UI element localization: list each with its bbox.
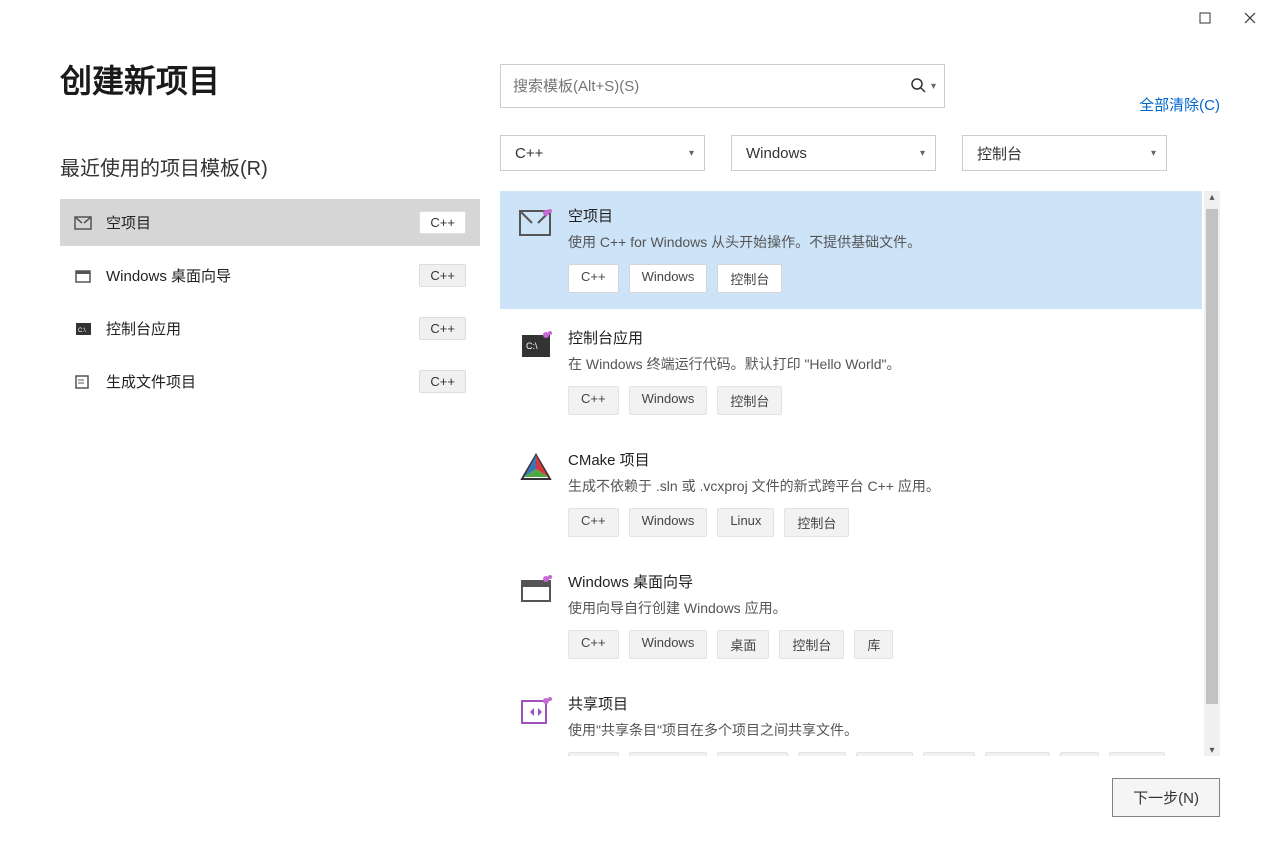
shared-icon — [518, 695, 554, 731]
template-name: 空项目 — [568, 205, 1186, 226]
template-tag: 控制台 — [784, 508, 849, 537]
search-icon — [911, 78, 927, 94]
template-tag: C++ — [568, 630, 619, 659]
template-tag: 控制台 — [717, 386, 782, 415]
template-item[interactable]: Windows 桌面向导 使用向导自行创建 Windows 应用。 C++ Win… — [500, 557, 1202, 675]
template-tag: Windows — [629, 752, 708, 756]
scroll-down-arrow[interactable]: ▾ — [1204, 742, 1220, 756]
template-tags: C++ Windows 桌面控制台库 — [568, 630, 1186, 659]
template-tag: C++ — [568, 752, 619, 756]
recent-item-name: Windows 桌面向导 — [106, 265, 419, 286]
search-box[interactable]: ▾ — [500, 64, 945, 108]
template-tag: 库 — [854, 630, 893, 659]
language-badge: C++ — [419, 211, 466, 234]
template-tag: 桌面 — [717, 630, 769, 659]
recent-item-name: 生成文件项目 — [106, 371, 419, 392]
scroll-up-arrow[interactable]: ▴ — [1204, 191, 1220, 205]
recent-item[interactable]: 空项目 C++ — [60, 199, 480, 246]
template-name: 共享项目 — [568, 693, 1186, 714]
cmake-icon — [518, 451, 554, 487]
filter-value: Windows — [746, 145, 807, 162]
language-badge: C++ — [419, 317, 466, 340]
clear-all-link[interactable]: 全部清除(C) — [1139, 94, 1220, 115]
svg-text:C:\: C:\ — [78, 328, 86, 334]
maximize-icon — [1199, 12, 1211, 24]
chevron-down-icon: ▾ — [1151, 148, 1156, 159]
filter-dropdown[interactable]: Windows ▾ — [731, 135, 936, 171]
console-icon: C:\ — [74, 321, 94, 337]
recent-item[interactable]: C:\ 控制台应用 C++ — [60, 305, 480, 352]
template-tag: iOS — [798, 752, 846, 756]
next-button[interactable]: 下一步(N) — [1112, 778, 1220, 817]
template-name: CMake 项目 — [568, 449, 1186, 470]
template-tag: 控制台 — [779, 630, 844, 659]
close-button[interactable] — [1227, 3, 1272, 33]
template-tag: C++ — [568, 508, 619, 537]
template-name: Windows 桌面向导 — [568, 571, 1186, 592]
template-description: 生成不依赖于 .sln 或 .vcxproj 文件的新式跨平台 C++ 应用。 — [568, 476, 1186, 496]
scrollbar-thumb[interactable] — [1206, 209, 1218, 704]
template-tag: Linux — [856, 752, 913, 756]
chevron-down-icon: ▾ — [920, 148, 925, 159]
wizard-icon — [74, 268, 94, 284]
template-description: 使用"共享条目"项目在多个项目之间共享文件。 — [568, 720, 1186, 740]
recent-templates-label: 最近使用的项目模板(R) — [60, 152, 480, 181]
template-item[interactable]: 共享项目 使用"共享条目"项目在多个项目之间共享文件。 C++ Windows An… — [500, 679, 1202, 756]
language-badge: C++ — [419, 264, 466, 287]
close-icon — [1244, 12, 1256, 24]
chevron-down-icon: ▾ — [689, 148, 694, 159]
svg-text:C:\: C:\ — [526, 341, 538, 351]
search-button[interactable]: ▾ — [911, 78, 936, 94]
template-item[interactable]: 空项目 使用 C++ for Windows 从头开始操作。不提供基础文件。 C… — [500, 191, 1202, 309]
template-tags: C++WindowsAndroidiOSLinux桌面控制台库UWP游戏移动 — [568, 752, 1186, 756]
chevron-down-icon: ▾ — [931, 81, 936, 92]
template-item[interactable]: CMake 项目 生成不依赖于 .sln 或 .vcxproj 文件的新式跨平台… — [500, 435, 1202, 553]
recent-item-name: 空项目 — [106, 212, 419, 233]
template-tag: UWP — [1109, 752, 1165, 756]
maximize-button[interactable] — [1182, 3, 1227, 33]
scrollbar[interactable]: ▴ ▾ — [1204, 191, 1220, 756]
template-item[interactable]: C:\ 控制台应用 在 Windows 终端运行代码。默认打印 "Hello W… — [500, 313, 1202, 431]
empty-project-icon — [518, 207, 554, 243]
template-tag: Android — [717, 752, 788, 756]
filter-dropdown[interactable]: 控制台 ▾ — [962, 135, 1167, 171]
template-tag: C++ — [568, 386, 619, 415]
template-scroll-area: 空项目 使用 C++ for Windows 从头开始操作。不提供基础文件。 C… — [500, 191, 1220, 756]
template-tags: C++ Windows 控制台 — [568, 386, 1186, 415]
recent-item-name: 控制台应用 — [106, 318, 419, 339]
template-tag: Windows — [629, 508, 708, 537]
recent-item[interactable]: Windows 桌面向导 C++ — [60, 252, 480, 299]
template-description: 使用 C++ for Windows 从头开始操作。不提供基础文件。 — [568, 232, 1186, 252]
recent-templates-list: 空项目 C++ Windows 桌面向导 C++ C:\ 控制台应用 C++ 生… — [60, 199, 480, 405]
template-tags: C++ Windows 控制台 — [568, 264, 1186, 293]
template-description: 在 Windows 终端运行代码。默认打印 "Hello World"。 — [568, 354, 1186, 374]
template-tag: Windows — [629, 630, 708, 659]
template-tags: C++ Windows Linux 控制台 — [568, 508, 1186, 537]
template-description: 使用向导自行创建 Windows 应用。 — [568, 598, 1186, 618]
template-list: 空项目 使用 C++ for Windows 从头开始操作。不提供基础文件。 C… — [500, 191, 1220, 756]
filter-row: C++ ▾ Windows ▾ 控制台 ▾ — [500, 135, 1220, 171]
filter-dropdown[interactable]: C++ ▾ — [500, 135, 705, 171]
makefile-icon — [74, 374, 94, 390]
template-tag: 桌面 — [923, 752, 975, 756]
filter-value: 控制台 — [977, 143, 1022, 164]
search-input[interactable] — [513, 78, 911, 95]
console-icon: C:\ — [518, 329, 554, 365]
template-name: 控制台应用 — [568, 327, 1186, 348]
template-tag: Linux — [717, 508, 774, 537]
template-tag: Windows — [629, 386, 708, 415]
template-tag: 库 — [1060, 752, 1099, 756]
recent-item[interactable]: 生成文件项目 C++ — [60, 358, 480, 405]
page-title: 创建新项目 — [60, 56, 480, 102]
template-tag: 控制台 — [717, 264, 782, 293]
wizard-icon — [518, 573, 554, 609]
template-tag: Windows — [629, 264, 708, 293]
filter-value: C++ — [515, 145, 543, 162]
language-badge: C++ — [419, 370, 466, 393]
template-tag: C++ — [568, 264, 619, 293]
empty-project-icon — [74, 215, 94, 231]
title-bar — [0, 0, 1280, 36]
template-tag: 控制台 — [985, 752, 1050, 756]
